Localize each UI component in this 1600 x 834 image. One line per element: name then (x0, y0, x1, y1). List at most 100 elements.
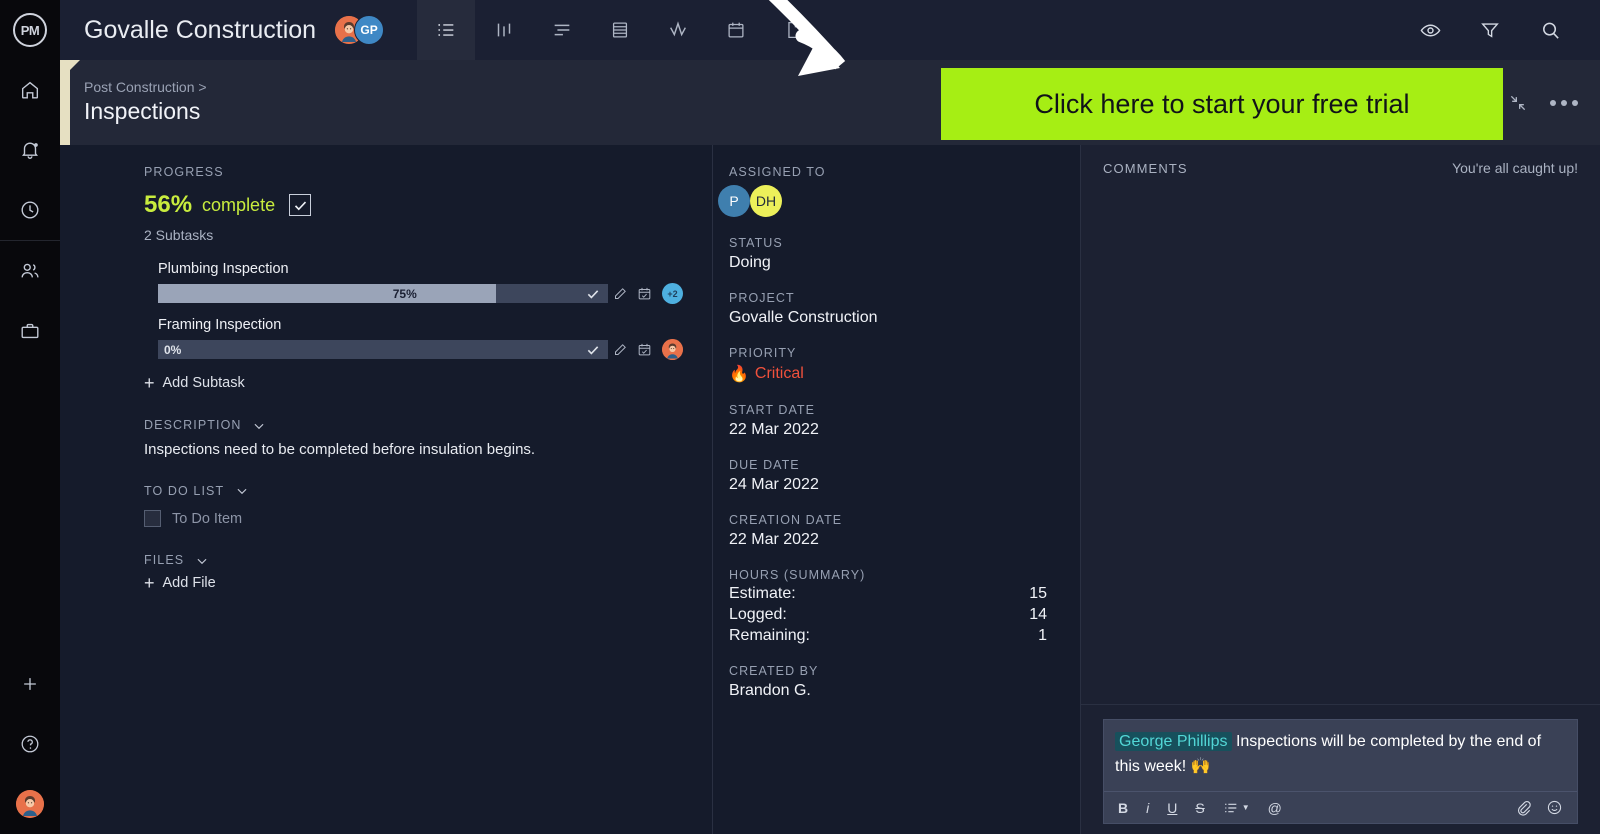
assignee-avatar-p: P (718, 185, 750, 217)
subtask-avatar[interactable]: +2 (662, 283, 683, 304)
progress-label: PROGRESS (144, 165, 224, 179)
page-title: Inspections (84, 98, 201, 125)
topbar-actions (1400, 0, 1600, 60)
start-date-label: START DATE (729, 403, 815, 417)
rail-item-help[interactable] (0, 714, 60, 774)
due-date-value[interactable]: 24 Mar 2022 (729, 476, 1080, 494)
subtask-date-button[interactable] (632, 342, 656, 357)
status-field: STATUS Doing (729, 236, 1080, 272)
rail-item-timesheets[interactable] (0, 180, 60, 240)
creation-date-value: 22 Mar 2022 (729, 531, 819, 548)
priority-value-row[interactable]: 🔥 Critical (729, 364, 1080, 384)
hours-row-remaining: Remaining: 1 (729, 627, 1047, 645)
free-trial-cta-banner[interactable]: Click here to start your free trial (941, 68, 1503, 140)
tab-sheet[interactable] (591, 0, 649, 60)
rail-item-team[interactable] (0, 241, 60, 301)
rail-item-account[interactable] (0, 774, 60, 834)
assigned-field: ASSIGNED TO DH P (718, 165, 1080, 217)
more-options-icon[interactable] (1550, 99, 1578, 106)
subtask-progress-bar[interactable]: 75% (158, 284, 608, 303)
priority-label: PRIORITY (729, 346, 797, 360)
add-subtask-button[interactable]: + Add Subtask (144, 374, 712, 392)
status-value[interactable]: Doing (729, 254, 1080, 272)
hours-remaining-label: Remaining: (729, 627, 810, 644)
activity-icon (667, 19, 689, 41)
emoji-icon[interactable] (1546, 799, 1563, 816)
comment-input[interactable]: George Phillips Inspections will be comp… (1104, 720, 1577, 791)
subtask-complete-check[interactable] (586, 287, 600, 301)
subtask-name[interactable]: Plumbing Inspection (158, 261, 712, 277)
filter-icon (1479, 19, 1501, 41)
paperclip-icon[interactable] (1515, 799, 1532, 816)
todo-checkbox[interactable] (144, 510, 161, 528)
project-label: PROJECT (729, 291, 795, 305)
hours-remaining-value: 1 (1038, 627, 1047, 644)
assignee-avatars[interactable]: DH P (718, 185, 1080, 217)
due-date-label: DUE DATE (729, 458, 800, 472)
tab-workload[interactable] (649, 0, 707, 60)
workspace-title: Govalle Construction (84, 15, 317, 44)
chevron-down-icon (195, 554, 209, 568)
help-icon (19, 733, 41, 755)
todo-item: To Do Item (144, 510, 712, 528)
plus-icon: + (144, 373, 155, 393)
subtask-percent: 75% (392, 286, 417, 301)
tab-calendar[interactable] (707, 0, 765, 60)
topbar-avatar-group[interactable]: GP (334, 15, 385, 45)
subtask-controls: 0% (158, 339, 712, 360)
description-header[interactable]: DESCRIPTION (144, 418, 712, 433)
tab-gantt[interactable] (533, 0, 591, 60)
tab-board[interactable] (475, 0, 533, 60)
visibility-button[interactable] (1400, 0, 1460, 60)
composer-right-actions (1515, 799, 1563, 816)
strikethrough-button[interactable]: S (1195, 800, 1204, 816)
collapse-icon[interactable] (1508, 93, 1528, 113)
comment-input-box[interactable]: George Phillips Inspections will be comp… (1103, 719, 1578, 824)
calendar-icon (725, 19, 747, 41)
subtask-complete-check[interactable] (586, 343, 600, 357)
tab-list[interactable] (417, 0, 476, 60)
subtask-name[interactable]: Framing Inspection (158, 317, 712, 333)
app-logo[interactable]: PM (0, 0, 60, 60)
search-button[interactable] (1520, 0, 1580, 60)
add-subtask-label: Add Subtask (162, 375, 245, 391)
italic-button[interactable]: i (1146, 800, 1149, 816)
rail-item-add[interactable] (0, 654, 60, 714)
assignee-avatar-dh: DH (750, 185, 782, 217)
mention-button[interactable]: @ (1268, 800, 1282, 816)
bold-button[interactable]: B (1118, 800, 1128, 816)
comments-list (1081, 191, 1600, 706)
sheet-icon (609, 19, 631, 41)
rail-item-projects[interactable] (0, 301, 60, 361)
creation-date-label: CREATION DATE (729, 513, 843, 527)
files-label: FILES (144, 553, 185, 568)
breadcrumb-block: Post Construction > Inspections (60, 78, 207, 127)
project-value[interactable]: Govalle Construction (729, 309, 1080, 327)
list-button[interactable]: ▼ (1223, 800, 1250, 816)
hours-estimate-value: 15 (1029, 585, 1047, 602)
progress-checkbox[interactable] (289, 194, 312, 216)
progress-complete-label: complete (202, 194, 276, 215)
files-header[interactable]: FILES (144, 553, 712, 568)
subtask-edit-button[interactable] (608, 342, 632, 357)
todo-header[interactable]: TO DO LIST (144, 484, 712, 499)
description-label: DESCRIPTION (144, 418, 242, 432)
filter-button[interactable] (1460, 0, 1520, 60)
tab-docs[interactable] (765, 0, 823, 60)
todo-section: TO DO LIST To Do Item (144, 484, 712, 528)
subtask-avatar[interactable] (662, 339, 683, 360)
subtask-edit-button[interactable] (608, 286, 632, 301)
add-file-button[interactable]: + Add File (144, 574, 712, 592)
plus-icon: + (144, 573, 155, 594)
comment-composer: George Phillips Inspections will be comp… (1081, 705, 1600, 834)
rail-item-notifications[interactable] (0, 120, 60, 180)
add-file-label: Add File (162, 575, 216, 592)
view-tabs (417, 0, 823, 60)
mention-chip[interactable]: George Phillips (1115, 732, 1232, 752)
subtask-progress-bar[interactable]: 0% (158, 340, 608, 359)
rail-item-home[interactable] (0, 60, 60, 120)
subtask-date-button[interactable] (632, 286, 656, 301)
breadcrumb[interactable]: Post Construction > (84, 78, 207, 98)
underline-button[interactable]: U (1167, 800, 1177, 816)
start-date-value[interactable]: 22 Mar 2022 (729, 421, 1080, 439)
